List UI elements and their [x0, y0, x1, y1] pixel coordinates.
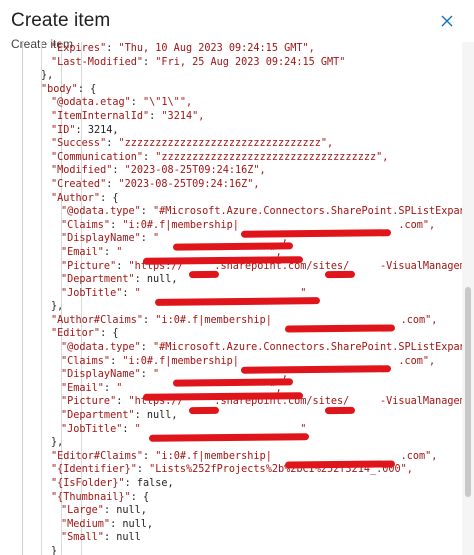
code-line: },: [41, 70, 54, 82]
code-line: "@odata.type": "#Microsoft.Azure.Connect…: [61, 342, 463, 354]
code-line: "Medium": null,: [61, 518, 154, 530]
code-line: }: [51, 545, 58, 555]
code-line: "Expires": "Thu, 10 Aug 2023 09:24:15 GM…: [51, 43, 315, 54]
dialog-title: Create item: [11, 10, 111, 31]
redaction-mark: [284, 460, 396, 469]
redaction-mark: [284, 324, 396, 333]
redaction-mark: [324, 270, 356, 279]
scrollbar-thumb[interactable]: [465, 287, 471, 497]
code-line: "Modified": "2023-08-25T09:24:16Z",: [51, 165, 266, 177]
code-line: "Department": null,: [61, 410, 178, 422]
code-line: "@odata.type": "#Microsoft.Azure.Connect…: [61, 206, 463, 218]
vertical-scrollbar[interactable]: [462, 42, 474, 555]
redaction-mark: [188, 270, 220, 279]
close-button[interactable]: [436, 10, 458, 32]
code-line: "Last-Modified": "Fri, 25 Aug 2023 09:24…: [51, 56, 346, 68]
code-line: "ID": 3214,: [51, 124, 119, 136]
code-line: "body": {: [41, 83, 97, 95]
code-line: "Small": null: [61, 532, 141, 544]
code-line: "{IsFolder}": false,: [51, 478, 174, 489]
code-line: "Editor": {: [51, 328, 119, 340]
close-icon: [441, 15, 453, 27]
code-line: "Author": {: [51, 192, 119, 204]
code-line: "Editor#Claims": "i:0#.f|membership| .co…: [51, 450, 438, 462]
code-line: "Communication": "zzzzzzzzzzzzzzzzzzzzzz…: [51, 151, 389, 163]
redaction-mark: [172, 378, 294, 387]
code-line: "Author#Claims": "i:0#.f|membership| .co…: [51, 314, 438, 326]
code-line: "{Identifier}": "Lists%252fProjects%2b%2…: [51, 464, 413, 476]
code-line: "{Thumbnail}": {: [51, 491, 150, 503]
redaction-mark: [172, 242, 294, 251]
code-line: "Success": "zzzzzzzzzzzzzzzzzzzzzzzzzzzz…: [51, 138, 334, 150]
redaction-mark: [188, 406, 220, 415]
code-line: "@odata.etag": "\"1\"",: [51, 97, 193, 109]
code-line: "Created": "2023-08-25T09:24:16Z",: [51, 178, 260, 190]
redaction-mark: [324, 406, 356, 415]
code-line: "Department": null,: [61, 274, 178, 286]
json-viewer[interactable]: "Expires": "Thu, 10 Aug 2023 09:24:15 GM…: [22, 42, 463, 555]
code-line: "ItemInternalId": "3214",: [51, 110, 205, 122]
code-line: "Large": null,: [61, 505, 147, 517]
